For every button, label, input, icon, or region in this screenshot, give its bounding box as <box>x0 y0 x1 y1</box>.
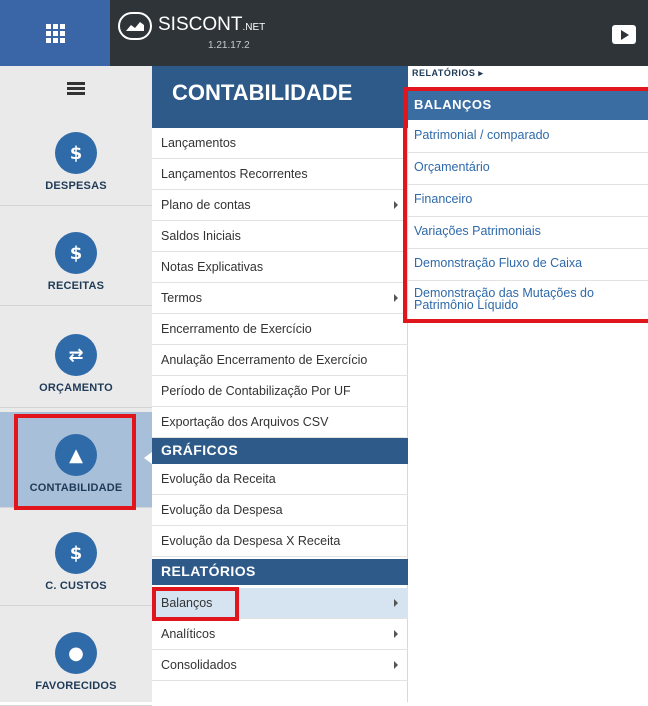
dollar-out-icon: $ <box>55 132 97 174</box>
menu-title: CONTABILIDADE <box>152 66 408 128</box>
menu-item-notas-explicativas[interactable]: Notas Explicativas <box>152 252 408 283</box>
menu-item-evolucao-despesa[interactable]: Evolução da Despesa <box>152 495 408 526</box>
hamburger-icon <box>67 81 85 95</box>
sidebar-item-label: DESPESAS <box>45 180 107 192</box>
chevron-right-icon <box>394 661 398 669</box>
sidebar-item-label: FAVORECIDOS <box>35 680 117 692</box>
menu-item-plano-de-contas[interactable]: Plano de contas <box>152 190 408 221</box>
user-icon: ● <box>55 632 97 674</box>
brand: SISCONT.NET <box>118 12 265 40</box>
breadcrumb[interactable]: RELATÓRIOS ▸ <box>412 68 483 79</box>
sidebar-item-label: C. CUSTOS <box>45 580 107 592</box>
apps-grid-icon <box>45 23 65 43</box>
brand-name: SISCONT.NET <box>158 13 266 35</box>
cost-center-icon: $ <box>55 532 97 574</box>
hamburger-menu-button[interactable] <box>0 66 152 110</box>
chevron-right-icon <box>394 599 398 607</box>
sidebar-item-despesas[interactable]: $ DESPESAS <box>0 110 152 206</box>
menu-item-analiticos[interactable]: Analíticos <box>152 619 408 650</box>
sidebar-item-receitas[interactable]: $ RECEITAS <box>0 210 152 306</box>
apps-menu-button[interactable] <box>0 0 110 66</box>
menu-item-encerramento[interactable]: Encerramento de Exercício <box>152 314 408 345</box>
active-pointer-icon <box>144 452 152 464</box>
sidebar-item-favorecidos[interactable]: ● FAVORECIDOS <box>0 610 152 706</box>
exchange-icon: ⇄ <box>55 334 97 376</box>
sidebar-item-c-custos[interactable]: $ C. CUSTOS <box>0 510 152 606</box>
top-bar: SISCONT.NET 1.21.17.2 <box>0 0 648 66</box>
menu-item-lancamentos-recorrentes[interactable]: Lançamentos Recorrentes <box>152 159 408 190</box>
active-item-highlight <box>14 414 136 510</box>
menu-item-periodo-contabilizacao[interactable]: Período de Contabilização Por UF <box>152 376 408 407</box>
chevron-right-icon <box>394 201 398 209</box>
sidebar-item-label: ORÇAMENTO <box>39 382 113 394</box>
menu-item-consolidados[interactable]: Consolidados <box>152 650 408 681</box>
video-play-icon[interactable] <box>612 25 636 44</box>
selected-item-highlight <box>152 587 239 621</box>
submenu-highlight <box>403 87 648 323</box>
menu-item-exportacao-csv[interactable]: Exportação dos Arquivos CSV <box>152 407 408 438</box>
chevron-right-icon <box>394 630 398 638</box>
dollar-in-icon: $ <box>55 232 97 274</box>
section-graficos: GRÁFICOS <box>152 438 408 464</box>
menu-item-lancamentos[interactable]: Lançamentos <box>152 128 408 159</box>
menu-item-evolucao-despesa-receita[interactable]: Evolução da Despesa X Receita <box>152 526 408 557</box>
menu-item-saldos-iniciais[interactable]: Saldos Iniciais <box>152 221 408 252</box>
brand-logo-icon <box>118 12 152 40</box>
menu-item-evolucao-receita[interactable]: Evolução da Receita <box>152 464 408 495</box>
sidebar-item-orcamento[interactable]: ⇄ ORÇAMENTO <box>0 312 152 408</box>
menu-item-termos[interactable]: Termos <box>152 283 408 314</box>
section-relatorios: RELATÓRIOS <box>152 559 408 585</box>
chevron-right-icon <box>394 294 398 302</box>
app-version: 1.21.17.2 <box>208 40 250 51</box>
sidebar: $ DESPESAS $ RECEITAS ⇄ ORÇAMENTO ▲ CONT… <box>0 66 152 706</box>
sidebar-item-label: RECEITAS <box>47 280 105 292</box>
menu-item-anulacao-encerramento[interactable]: Anulação Encerramento de Exercício <box>152 345 408 376</box>
